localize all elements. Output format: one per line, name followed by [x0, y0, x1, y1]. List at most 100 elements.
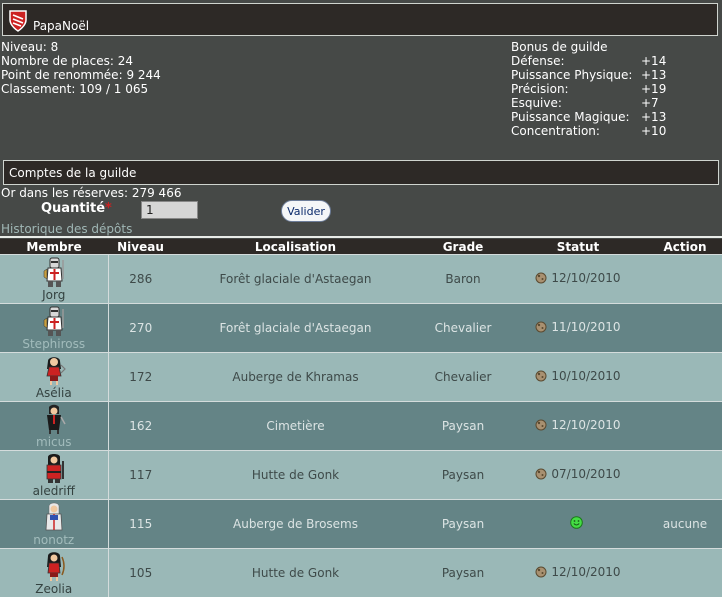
member-cell: Zeolia: [0, 548, 109, 597]
grade-cell: Chevalier: [418, 303, 508, 353]
location-cell: Auberge de Brosems: [173, 499, 418, 549]
status-date: 12/10/2010: [551, 418, 621, 432]
amazon-avatar-icon: [46, 357, 66, 385]
table-row: aledriff 117 Hutte de Gonk Paysan 07/10/…: [0, 450, 722, 500]
validate-button[interactable]: Valider: [281, 200, 331, 222]
status-date: 07/10/2010: [551, 467, 621, 481]
status-date: 12/10/2010: [551, 565, 621, 579]
member-cell: Stephiross: [0, 303, 109, 353]
bonus-defense: Défense: +14: [511, 54, 667, 68]
bonus-dodge: Esquive: +7: [511, 96, 659, 110]
table-row: Jorg 286 Forêt glaciale d'Astaegan Baron…: [0, 254, 722, 304]
member-name[interactable]: micus: [0, 435, 108, 449]
knight-avatar-icon: [43, 257, 64, 287]
gold-reserves: Or dans les réserves: 279 466: [1, 186, 182, 200]
level-cell: 286: [108, 254, 173, 304]
online-smiley-icon: [569, 516, 583, 529]
member-name[interactable]: Asélia: [0, 386, 108, 400]
header-grade[interactable]: Grade: [418, 239, 508, 255]
bonus-concentration: Concentration: +10: [511, 124, 667, 138]
table-header-row: Membre Niveau Localisation Grade Statut …: [0, 239, 722, 255]
status-cell: 10/10/2010: [508, 352, 648, 402]
grade-cell: Chevalier: [418, 352, 508, 402]
member-name[interactable]: Zeolia: [0, 582, 108, 596]
stat-level: Niveau: 8: [1, 40, 59, 54]
status-cell: 12/10/2010: [508, 548, 648, 597]
action-cell: [648, 548, 722, 597]
grade-cell: Baron: [418, 254, 508, 304]
knight-avatar-icon: [43, 306, 64, 336]
bonus-magic-power: Puissance Magique: +13: [511, 110, 667, 124]
moon-status-icon: [535, 419, 547, 431]
member-name[interactable]: nonotz: [0, 533, 108, 547]
header-status[interactable]: Statut: [508, 239, 648, 255]
location-cell: Forêt glaciale d'Astaegan: [173, 303, 418, 353]
status-date: 11/10/2010: [551, 320, 621, 334]
members-table: Membre Niveau Localisation Grade Statut …: [0, 239, 722, 597]
header-action[interactable]: Action: [648, 239, 722, 255]
mage-avatar-icon: [45, 502, 63, 531]
table-row: nonotz 115 Auberge de Brosems Paysan auc…: [0, 499, 722, 549]
status-date: 10/10/2010: [551, 369, 621, 383]
grade-cell: Paysan: [418, 499, 508, 549]
table-row: micus 162 Cimetière Paysan 12/10/2010: [0, 401, 722, 451]
action-cell: [648, 352, 722, 402]
stat-places: Nombre de places: 24: [1, 54, 133, 68]
location-cell: Forêt glaciale d'Astaegan: [173, 254, 418, 304]
rogue-avatar-icon: [46, 404, 66, 434]
table-row: Asélia 172 Auberge de Khramas Chevalier …: [0, 352, 722, 402]
guild-shield-icon: [9, 10, 27, 32]
table-row: Stephiross 270 Forêt glaciale d'Astaegan…: [0, 303, 722, 353]
member-name[interactable]: aledriff: [0, 484, 108, 498]
guild-header: PapaNoël: [2, 3, 718, 36]
quantity-label: Quantité*: [41, 201, 112, 216]
header-level[interactable]: Niveau: [108, 239, 173, 255]
action-cell: aucune: [648, 499, 722, 549]
action-cell: [648, 450, 722, 500]
member-name[interactable]: Jorg: [0, 288, 108, 302]
table-row: Zeolia 105 Hutte de Gonk Paysan 12/10/20…: [0, 548, 722, 597]
location-cell: Hutte de Gonk: [173, 450, 418, 500]
grade-cell: Paysan: [418, 401, 508, 451]
moon-status-icon: [535, 272, 547, 284]
member-cell: micus: [0, 401, 109, 451]
quantity-input[interactable]: [141, 201, 198, 219]
level-cell: 172: [108, 352, 173, 402]
guild-name: PapaNoël: [33, 19, 90, 33]
accounts-title: Comptes de la guilde: [9, 166, 137, 180]
divider: [0, 236, 722, 238]
action-cell: [648, 303, 722, 353]
moon-status-icon: [535, 321, 547, 333]
grade-cell: Paysan: [418, 548, 508, 597]
header-location[interactable]: Localisation: [173, 239, 418, 255]
bonus-physical-power: Puissance Physique: +13: [511, 68, 667, 82]
header-member[interactable]: Membre: [0, 239, 108, 255]
action-cell: [648, 254, 722, 304]
action-cell: [648, 401, 722, 451]
level-cell: 162: [108, 401, 173, 451]
level-cell: 270: [108, 303, 173, 353]
status-cell: 12/10/2010: [508, 401, 648, 451]
archer-avatar-icon: [46, 552, 65, 581]
member-cell: nonotz: [0, 499, 109, 549]
moon-status-icon: [535, 370, 547, 382]
status-date: 12/10/2010: [551, 271, 621, 285]
level-cell: 115: [108, 499, 173, 549]
guild-stats: Niveau: 8 Nombre de places: 24 Point de …: [1, 40, 161, 96]
warrior-avatar-icon: [46, 454, 64, 483]
location-cell: Cimetière: [173, 401, 418, 451]
status-cell: 11/10/2010: [508, 303, 648, 353]
level-cell: 117: [108, 450, 173, 500]
moon-status-icon: [535, 566, 547, 578]
deposit-history-link[interactable]: Historique des dépôts: [1, 222, 132, 236]
status-cell: 12/10/2010: [508, 254, 648, 304]
bonus-precision: Précision: +19: [511, 82, 667, 96]
stat-ranking: Classement: 109 / 1 065: [1, 82, 149, 96]
location-cell: Hutte de Gonk: [173, 548, 418, 597]
guild-bonus: Bonus de guilde Défense: +14 Puissance Ph…: [511, 40, 666, 138]
moon-status-icon: [535, 468, 547, 480]
member-name[interactable]: Stephiross: [0, 337, 108, 351]
grade-cell: Paysan: [418, 450, 508, 500]
required-star: *: [105, 201, 112, 216]
level-cell: 105: [108, 548, 173, 597]
